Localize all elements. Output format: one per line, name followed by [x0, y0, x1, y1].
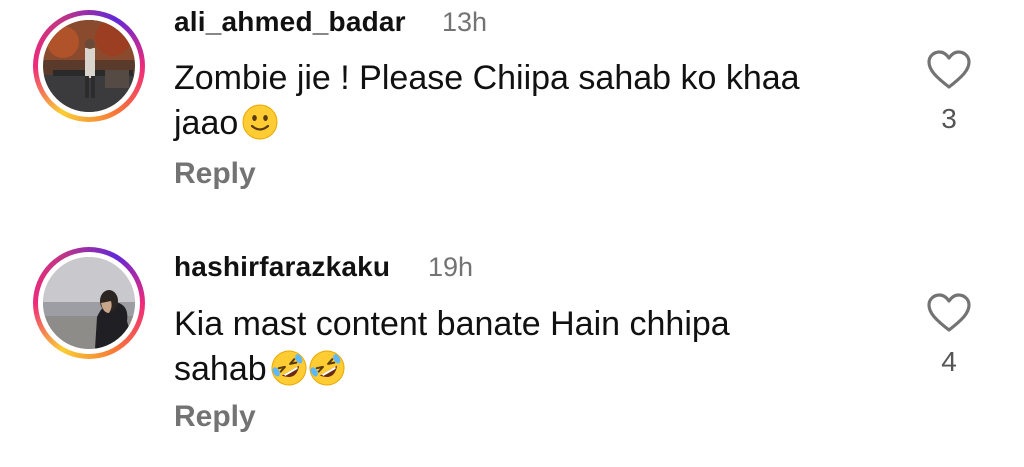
comment-username[interactable]: ali_ahmed_badar: [174, 6, 406, 38]
like-button[interactable]: [926, 49, 972, 91]
comment-item: ali_ahmed_badar 13h Zombie jie ! Please …: [0, 0, 1024, 230]
comment-text-line: Kia mast content banate Hain chhipa: [174, 305, 730, 343]
comment-text-line-2: sahab: [174, 347, 894, 392]
avatar[interactable]: [33, 10, 145, 122]
comment-text-tail: sahab: [174, 350, 267, 388]
comment-username[interactable]: hashirfarazkaku: [174, 251, 390, 283]
like-button[interactable]: [926, 292, 972, 334]
comment-text: Kia mast content banate Hain chhipa saha…: [174, 302, 894, 392]
heart-outline-icon: [927, 50, 971, 89]
comment-text-line-2: jaao: [174, 101, 894, 146]
avatar-photo: [43, 20, 135, 112]
comment-text-line: Zombie jie ! Please Chiipa sahab ko khaa: [174, 59, 800, 97]
comment-text-tail: jaao: [174, 104, 239, 142]
heart-outline-icon: [927, 293, 971, 332]
comment-item: hashirfarazkaku 19h Kia mast content ban…: [0, 240, 1024, 467]
rolling-laughing-face-icon: [309, 350, 345, 386]
like-count: 3: [941, 103, 957, 134]
comment-timestamp: 13h: [442, 7, 488, 37]
slightly-smiling-face-icon: [242, 104, 278, 140]
avatar-photo: [43, 257, 135, 349]
reply-button[interactable]: Reply: [174, 157, 256, 191]
comment-text: Zombie jie ! Please Chiipa sahab ko khaa…: [174, 56, 894, 146]
rolling-laughing-face-icon: [271, 350, 307, 386]
avatar[interactable]: [33, 247, 145, 359]
comment-timestamp: 19h: [428, 252, 474, 282]
reply-button[interactable]: Reply: [174, 400, 256, 434]
like-count: 4: [941, 346, 957, 377]
